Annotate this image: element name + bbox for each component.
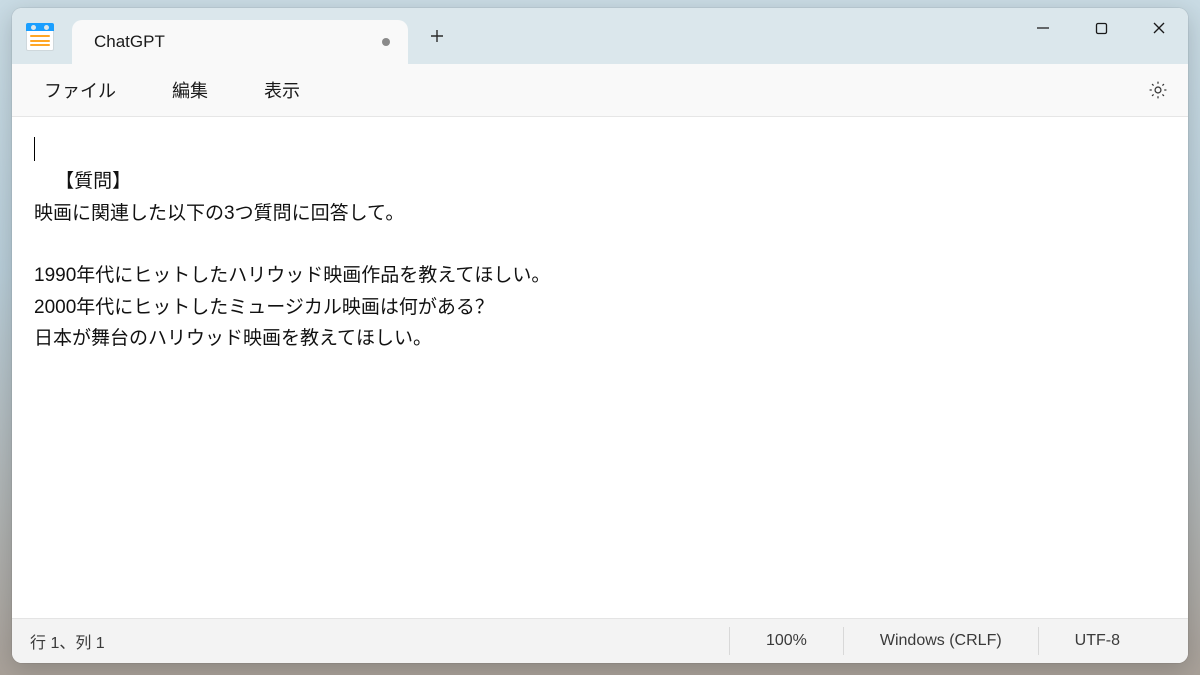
- status-position: 行 1、列 1: [30, 629, 729, 653]
- menu-file[interactable]: ファイル: [28, 71, 132, 109]
- tab-modified-indicator-icon[interactable]: [382, 38, 390, 46]
- menu-edit[interactable]: 編集: [156, 71, 224, 109]
- statusbar: 行 1、列 1 100% Windows (CRLF) UTF-8: [12, 618, 1188, 663]
- minimize-button[interactable]: [1014, 8, 1072, 48]
- minimize-icon: [1036, 21, 1050, 35]
- status-encoding[interactable]: UTF-8: [1038, 627, 1170, 655]
- text-editor[interactable]: 【質問】 映画に関連した以下の3つ質問に回答して。 1990年代にヒットしたハリ…: [12, 117, 1188, 618]
- text-caret-icon: [34, 137, 35, 161]
- status-line-ending[interactable]: Windows (CRLF): [843, 627, 1038, 655]
- gear-icon: [1147, 79, 1169, 101]
- menu-view[interactable]: 表示: [248, 71, 316, 109]
- new-tab-button[interactable]: [414, 8, 460, 64]
- maximize-icon: [1095, 22, 1108, 35]
- plus-icon: [430, 29, 444, 43]
- titlebar-left: [12, 8, 68, 64]
- notepad-window: ChatGPT: [12, 8, 1188, 663]
- status-zoom[interactable]: 100%: [729, 627, 843, 655]
- maximize-button[interactable]: [1072, 8, 1130, 48]
- editor-content: 【質問】 映画に関連した以下の3つ質問に回答して。 1990年代にヒットしたハリ…: [34, 171, 550, 349]
- close-icon: [1152, 21, 1166, 35]
- tab-active[interactable]: ChatGPT: [72, 20, 408, 64]
- notepad-app-icon: [26, 23, 54, 51]
- settings-button[interactable]: [1138, 70, 1178, 110]
- menubar: ファイル 編集 表示: [12, 64, 1188, 117]
- window-controls: [1014, 8, 1188, 64]
- close-button[interactable]: [1130, 8, 1188, 48]
- tab-title: ChatGPT: [94, 32, 374, 52]
- titlebar[interactable]: ChatGPT: [12, 8, 1188, 64]
